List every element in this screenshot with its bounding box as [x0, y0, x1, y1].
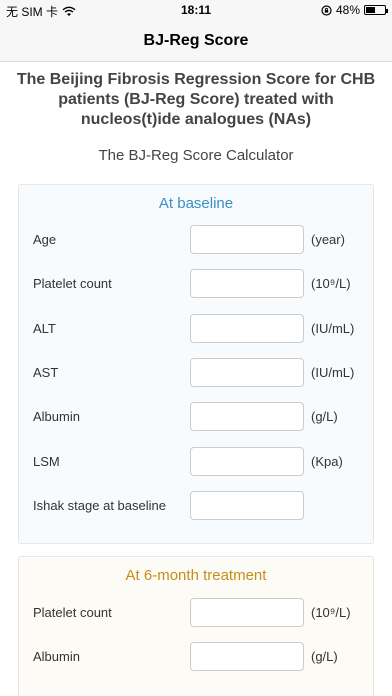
baseline-panel: At baseline Age (year) Platelet count (1…: [18, 184, 374, 544]
orientation-lock-icon: [321, 4, 332, 16]
platelet-count-input[interactable]: [190, 269, 304, 298]
alt-unit: (IU/mL): [311, 321, 355, 336]
field-row-6m-albumin: Albumin (g/L): [33, 642, 363, 672]
ast-label: AST: [33, 365, 59, 380]
calculator-title: The BJ-Reg Score Calculator: [98, 147, 294, 164]
albumin-label: Albumin: [33, 409, 80, 424]
status-bar: 无 SIM 卡 18:11 48%: [0, 0, 392, 20]
status-right: 48%: [321, 3, 388, 17]
6m-platelet-count-label: Platelet count: [33, 605, 112, 620]
battery-percent: 48%: [335, 3, 360, 17]
field-row-platelet-count: Platelet count (10⁹/L): [33, 269, 363, 299]
age-label: Age: [33, 232, 57, 247]
6m-platelet-count-unit: (10⁹/L): [311, 605, 351, 620]
alt-input[interactable]: [190, 314, 304, 343]
battery-fill: [366, 7, 375, 13]
ast-input[interactable]: [190, 358, 304, 387]
age-unit: (year): [311, 232, 345, 247]
field-row-alt: ALT (IU/mL): [33, 314, 363, 344]
6m-albumin-input[interactable]: [190, 642, 304, 671]
lsm-label: LSM: [33, 454, 60, 469]
nav-title: BJ-Reg Score: [143, 32, 249, 49]
field-row-age: Age (year): [33, 225, 363, 255]
ishak-stage-input[interactable]: [190, 491, 304, 520]
6m-albumin-unit: (g/L): [311, 649, 338, 664]
baseline-title: At baseline: [158, 195, 234, 212]
ast-unit: (IU/mL): [311, 365, 355, 380]
six-month-title: At 6-month treatment: [125, 567, 267, 584]
age-input[interactable]: [190, 225, 304, 254]
field-row-albumin: Albumin (g/L): [33, 402, 363, 432]
albumin-unit: (g/L): [311, 409, 338, 424]
platelet-count-unit: (10⁹/L): [311, 276, 351, 291]
lsm-input[interactable]: [190, 447, 304, 476]
field-row-ishak-stage: Ishak stage at baseline: [33, 491, 363, 521]
6m-platelet-count-input[interactable]: [190, 598, 304, 627]
navigation-bar: BJ-Reg Score: [0, 20, 392, 62]
six-month-panel: At 6-month treatment Platelet count (10⁹…: [18, 556, 374, 696]
field-row-6m-platelet-count: Platelet count (10⁹/L): [33, 598, 363, 628]
lsm-unit: (Kpa): [311, 454, 343, 469]
6m-albumin-label: Albumin: [33, 649, 80, 664]
ishak-stage-label: Ishak stage at baseline: [33, 498, 166, 513]
page-heading: The Beijing Fibrosis Regression Score fo…: [16, 71, 376, 128]
field-row-lsm: LSM (Kpa): [33, 447, 363, 477]
battery-icon: [364, 5, 388, 15]
albumin-input[interactable]: [190, 402, 304, 431]
field-row-ast: AST (IU/mL): [33, 358, 363, 388]
alt-label: ALT: [33, 321, 56, 336]
platelet-count-label: Platelet count: [33, 276, 112, 291]
